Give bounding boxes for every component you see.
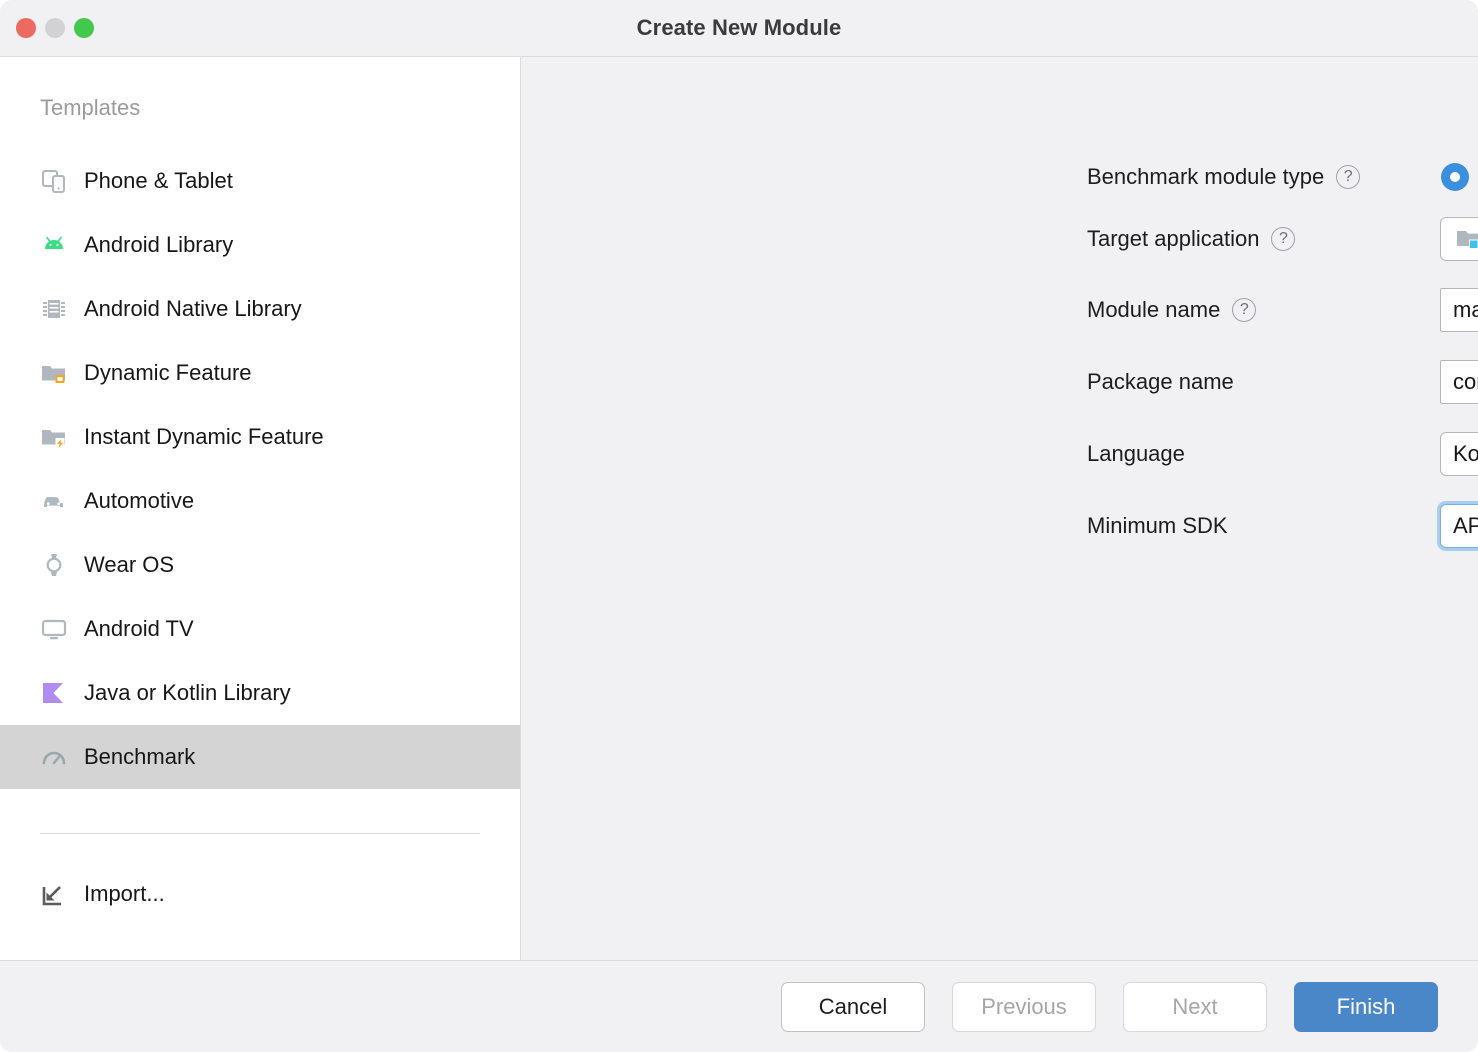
native-chip-icon <box>40 295 68 323</box>
target-application-label-cell: Target application ? <box>1087 227 1295 251</box>
dialog-body: Templates Phone & Tablet <box>0 57 1478 960</box>
import-label: Import... <box>84 883 165 905</box>
language-label-cell: Language <box>1087 443 1185 465</box>
close-window-button[interactable] <box>16 18 36 38</box>
sidebar-divider <box>40 833 480 834</box>
minimum-sdk-label-cell: Minimum SDK <box>1087 515 1228 537</box>
minimum-sdk-value: API 23: Android 6.0 (Marshmallow) <box>1453 515 1478 537</box>
sidebar-item-label: Android Library <box>84 234 233 256</box>
module-name-input[interactable]: macrobenchmark <box>1440 288 1478 332</box>
sidebar-item-android-library[interactable]: Android Library <box>0 213 520 277</box>
sidebar-item-java-kotlin-library[interactable]: Java or Kotlin Library <box>0 661 520 725</box>
package-name-label-cell: Package name <box>1087 371 1234 393</box>
sidebar-item-import[interactable]: Import... <box>0 862 520 926</box>
sidebar-item-label: Benchmark <box>84 746 195 768</box>
module-name-label: Module name <box>1087 299 1220 321</box>
language-value: Kotlin <box>1453 443 1478 465</box>
sidebar-item-label: Instant Dynamic Feature <box>84 426 324 448</box>
create-new-module-dialog: Create New Module Templates Phone & Tabl… <box>0 0 1478 1052</box>
sidebar-item-benchmark[interactable]: Benchmark <box>0 725 520 789</box>
language-dropdown[interactable]: Kotlin <box>1440 432 1478 476</box>
phone-tablet-icon <box>40 167 68 195</box>
sidebar-item-label: Wear OS <box>84 554 174 576</box>
sidebar-item-label: Dynamic Feature <box>84 362 252 384</box>
field-language: Language Kotlin <box>521 431 1478 477</box>
field-benchmark-module-type: Benchmark module type ? Macrobenchmark M… <box>521 161 1478 193</box>
sidebar-item-label: Java or Kotlin Library <box>84 682 291 704</box>
previous-button[interactable]: Previous <box>952 982 1096 1032</box>
app-folder-icon <box>1455 225 1478 253</box>
package-name-label: Package name <box>1087 371 1234 393</box>
sidebar-item-wear-os[interactable]: Wear OS <box>0 533 520 597</box>
field-target-application: Target application ? My_Application.app <box>521 216 1478 262</box>
car-icon <box>40 487 68 515</box>
target-application-label: Target application <box>1087 228 1259 250</box>
sidebar-item-label: Phone & Tablet <box>84 170 233 192</box>
minimum-sdk-dropdown[interactable]: API 23: Android 6.0 (Marshmallow) <box>1440 504 1478 548</box>
watch-icon <box>40 551 68 579</box>
sidebar-item-phone-tablet[interactable]: Phone & Tablet <box>0 149 520 213</box>
sidebar-item-label: Android TV <box>84 618 194 640</box>
sidebar-item-dynamic-feature[interactable]: Dynamic Feature <box>0 341 520 405</box>
title-bar: Create New Module <box>0 0 1478 57</box>
radio-macrobenchmark-mark[interactable] <box>1441 163 1469 191</box>
field-minimum-sdk: Minimum SDK API 23: Android 6.0 (Marshma… <box>521 503 1478 549</box>
module-name-label-cell: Module name ? <box>1087 298 1256 322</box>
sidebar-item-android-native-library[interactable]: Android Native Library <box>0 277 520 341</box>
sidebar-item-instant-dynamic-feature[interactable]: Instant Dynamic Feature <box>0 405 520 469</box>
template-list: Phone & Tablet Android Library <box>0 149 520 789</box>
dynamic-feature-folder-icon <box>40 359 68 387</box>
cancel-button[interactable]: Cancel <box>781 982 925 1032</box>
templates-sidebar: Templates Phone & Tablet <box>0 57 521 960</box>
android-icon <box>40 231 68 259</box>
package-name-input[interactable]: com.example.macrobenchmark <box>1440 360 1478 404</box>
field-module-name: Module name ? macrobenchmark <box>521 287 1478 333</box>
minimize-window-button[interactable] <box>45 18 65 38</box>
radio-macrobenchmark[interactable]: Macrobenchmark <box>1441 163 1478 191</box>
benchmark-module-type-label: Benchmark module type <box>1087 166 1324 188</box>
language-label: Language <box>1087 443 1185 465</box>
instant-dynamic-feature-folder-icon <box>40 423 68 451</box>
field-package-name: Package name com.example.macrobenchmark <box>521 359 1478 405</box>
help-icon[interactable]: ? <box>1232 298 1256 322</box>
next-button[interactable]: Next <box>1123 982 1267 1032</box>
dialog-title: Create New Module <box>0 15 1478 41</box>
zoom-window-button[interactable] <box>74 18 94 38</box>
minimum-sdk-label: Minimum SDK <box>1087 515 1228 537</box>
sidebar-item-label: Android Native Library <box>84 298 302 320</box>
help-icon[interactable]: ? <box>1271 227 1295 251</box>
speedometer-icon <box>40 743 68 771</box>
kotlin-icon <box>40 679 68 707</box>
dialog-footer: Cancel Previous Next Finish <box>0 960 1478 1052</box>
module-config-form: Benchmark module type ? Macrobenchmark M… <box>521 57 1478 960</box>
window-controls <box>16 0 94 56</box>
benchmark-module-type-label-cell: Benchmark module type ? <box>1087 165 1360 189</box>
benchmark-module-type-radio-group: Macrobenchmark Microbenchmark <box>1441 163 1478 191</box>
templates-header: Templates <box>0 57 520 119</box>
help-icon[interactable]: ? <box>1336 165 1360 189</box>
sidebar-item-android-tv[interactable]: Android TV <box>0 597 520 661</box>
import-arrow-icon <box>40 880 68 908</box>
finish-button[interactable]: Finish <box>1294 982 1438 1032</box>
sidebar-item-label: Automotive <box>84 490 194 512</box>
target-application-dropdown[interactable]: My_Application.app <box>1440 217 1478 261</box>
tv-icon <box>40 615 68 643</box>
sidebar-item-automotive[interactable]: Automotive <box>0 469 520 533</box>
